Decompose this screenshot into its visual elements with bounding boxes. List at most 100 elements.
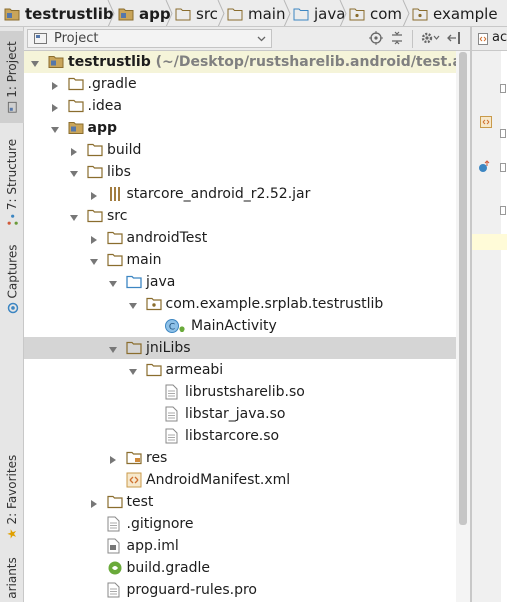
tree-item[interactable]: libstar_java.so [24, 403, 456, 425]
override-marker-icon[interactable] [477, 160, 491, 174]
tree-item[interactable]: .gitignore [24, 513, 456, 535]
tree-item-label: androidTest [126, 230, 208, 246]
manifest-icon [126, 472, 142, 492]
tree-item[interactable]: app.iml [24, 535, 456, 557]
tree-item[interactable]: build [24, 139, 456, 161]
xml-file-icon [478, 33, 488, 45]
tree-item[interactable]: java [24, 271, 456, 293]
tree-item-label: res [146, 450, 168, 466]
expand-arrow-open-icon[interactable] [50, 123, 60, 139]
tree-item[interactable]: test [24, 491, 456, 513]
project-icon [7, 101, 17, 113]
tree-item-label: librustsharelib.so [185, 384, 305, 400]
tree-item[interactable]: proguard-rules.pro [24, 579, 456, 601]
tab-captures[interactable]: Captures [0, 239, 24, 319]
tree-item-label: .gitignore [126, 516, 194, 532]
tree-item[interactable]: librustsharelib.so [24, 381, 456, 403]
breadcrumb-example[interactable]: example [412, 0, 498, 26]
breadcrumb-label: example [433, 4, 498, 23]
breadcrumb-main[interactable]: main [227, 0, 285, 26]
expand-arrow-closed-icon[interactable] [50, 79, 60, 95]
tree-item[interactable]: libs [24, 161, 456, 183]
breadcrumb-separator-icon [217, 0, 225, 26]
captures-icon [6, 302, 18, 314]
iml-file-icon [107, 538, 120, 558]
fold-marker-icon[interactable] [500, 129, 506, 139]
fold-marker-icon[interactable] [500, 84, 506, 94]
source-folder-icon [293, 8, 309, 20]
settings-gear-icon[interactable] [420, 31, 440, 45]
tree-item[interactable]: jniLibs [24, 337, 456, 359]
breadcrumb-src[interactable]: src [175, 0, 218, 26]
manifest-icon[interactable] [480, 116, 492, 128]
folder-icon [87, 142, 103, 161]
tree-item-path: (~/Desktop/rustsharelib.android/test.and… [155, 54, 456, 70]
project-view-selector-label: Project [54, 31, 99, 46]
tree-item[interactable]: app [24, 117, 456, 139]
navigation-bar: testrustlib app src main java com exampl… [0, 0, 507, 27]
tree-item-label: app [87, 120, 118, 136]
expand-arrow-closed-icon[interactable] [108, 453, 118, 469]
breadcrumb-separator-icon [283, 0, 291, 26]
tree-item-label: starcore_android_r2.52.jar [126, 186, 311, 202]
tree-item[interactable]: .gradle [24, 73, 456, 95]
locate-icon[interactable] [369, 31, 383, 45]
tree-item-label: java [146, 274, 176, 290]
expand-arrow-open-icon[interactable] [108, 343, 118, 359]
tree-item[interactable]: AndroidManifest.xml [24, 469, 456, 491]
editor-tab[interactable]: ac [472, 27, 507, 51]
expand-arrow-closed-icon[interactable] [89, 497, 99, 513]
tree-item-label: proguard-rules.pro [126, 582, 257, 598]
tab-build-variants[interactable]: ariants [0, 554, 24, 602]
tree-item-label: main [126, 252, 162, 268]
tree-item-label: AndroidManifest.xml [146, 472, 291, 488]
tab-structure[interactable]: 7: Structure [0, 127, 24, 237]
tab-project[interactable]: 1: Project [0, 31, 24, 123]
tree-item[interactable]: src [24, 205, 456, 227]
expand-arrow-open-icon[interactable] [128, 365, 138, 381]
tree-item[interactable]: .idea [24, 95, 456, 117]
expand-arrow-open-icon[interactable] [128, 299, 138, 315]
expand-arrow-closed-icon[interactable] [89, 189, 99, 205]
tree-item-label: testrustlib (~/Desktop/rustsharelib.andr… [68, 53, 456, 71]
expand-arrow-closed-icon[interactable] [89, 233, 99, 249]
tab-favorites[interactable]: ★ 2: Favorites [0, 447, 24, 547]
expand-arrow-open-icon[interactable] [108, 277, 118, 293]
folder-icon [67, 98, 84, 117]
expand-arrow-open-icon[interactable] [69, 167, 79, 183]
fold-marker-icon[interactable] [500, 163, 506, 173]
breadcrumb-app[interactable]: app [118, 0, 171, 26]
tree-item[interactable]: C MainActivity [24, 315, 456, 337]
tab-favorites-label: 2: Favorites [5, 454, 19, 525]
tree-item[interactable]: armeabi [24, 359, 456, 381]
tree-item[interactable]: build.gradle [24, 557, 456, 579]
tree-item[interactable]: androidTest [24, 227, 456, 249]
tree-item-label: armeabi [165, 362, 224, 378]
breadcrumb-com[interactable]: com [349, 0, 402, 26]
file-icon [107, 582, 120, 602]
expand-arrow-open-icon[interactable] [30, 57, 40, 73]
collapse-all-icon[interactable] [390, 31, 404, 45]
scrollbar-thumb[interactable] [459, 52, 467, 525]
tree-item[interactable]: starcore_android_r2.52.jar [24, 183, 456, 205]
expand-arrow-closed-icon[interactable] [69, 145, 79, 161]
project-view-selector[interactable]: Project [27, 29, 272, 48]
tree-item-label: MainActivity [191, 318, 277, 334]
tree-item[interactable]: res [24, 447, 456, 469]
tree-item[interactable]: libstarcore.so [24, 425, 456, 447]
toolbar-divider [412, 30, 413, 48]
tab-structure-label: 7: Structure [5, 138, 20, 211]
expand-arrow-closed-icon[interactable] [50, 101, 60, 117]
hide-panel-icon[interactable] [447, 31, 461, 45]
breadcrumb-separator-icon [339, 0, 347, 26]
tree-item[interactable]: com.example.srplab.testrustlib [24, 293, 456, 315]
expand-arrow-open-icon[interactable] [89, 255, 99, 271]
tree-item[interactable]: main [24, 249, 456, 271]
package-icon [145, 296, 162, 315]
tree-item[interactable]: testrustlib (~/Desktop/rustsharelib.andr… [24, 51, 456, 73]
breadcrumb-testrustlib[interactable]: testrustlib [4, 0, 114, 26]
fold-marker-icon[interactable] [500, 206, 506, 216]
folder-icon [67, 76, 84, 95]
folder-icon [145, 362, 162, 381]
expand-arrow-open-icon[interactable] [69, 211, 79, 227]
